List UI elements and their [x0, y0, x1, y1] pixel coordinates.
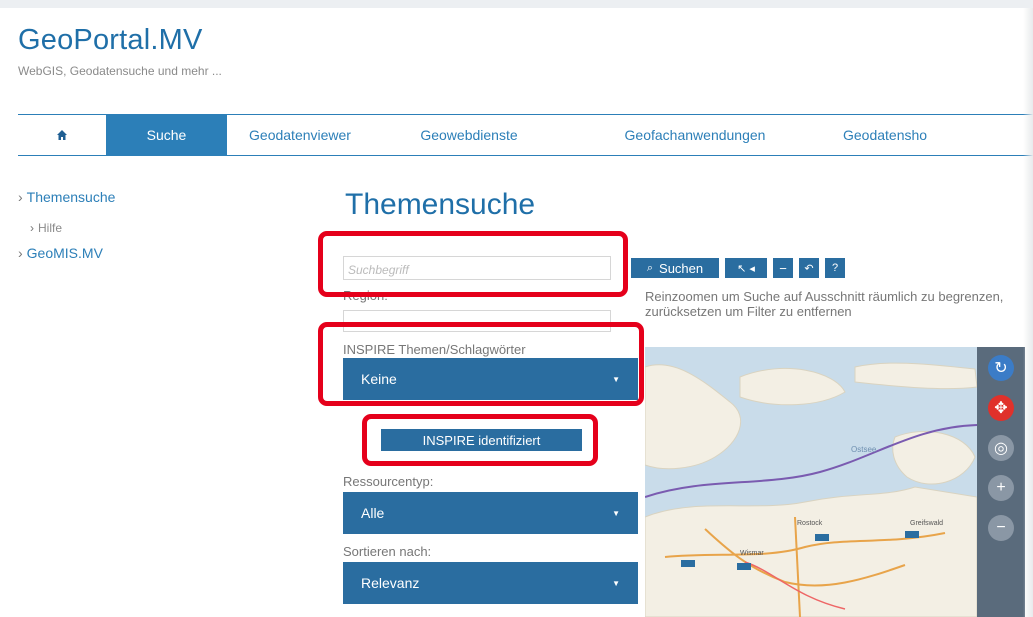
sidebar-item-geomis[interactable]: › GeoMIS.MV — [18, 245, 103, 261]
zoom-in-icon[interactable]: + — [988, 475, 1014, 501]
top-border — [0, 0, 1033, 8]
chevron-right-icon: › — [18, 189, 23, 205]
nav-item-geowebdienste[interactable]: Geowebdienste — [373, 115, 565, 155]
zoom-out-button[interactable]: − — [773, 258, 793, 278]
highlight-search — [318, 231, 628, 297]
map-label-rostock: Rostock — [797, 520, 823, 527]
sort-select-value: Relevanz — [361, 575, 420, 591]
sidebar-item-themensuche[interactable]: › Themensuche — [18, 189, 115, 205]
zoom-out-icon[interactable]: − — [988, 515, 1014, 541]
pan-icon[interactable]: ✥ — [988, 395, 1014, 421]
map-view[interactable]: Ostsee Rostock Wismar Greifswald — [645, 347, 1025, 617]
map-help-text: Reinzoomen um Suche auf Ausschnitt räuml… — [645, 289, 1004, 319]
caret-down-icon: ▼ — [612, 508, 620, 518]
sidebar-item-hilfe[interactable]: › Hilfe — [30, 221, 62, 235]
undo-icon: ↶ — [804, 262, 814, 275]
sort-select[interactable]: Relevanz ▼ — [343, 562, 638, 604]
map-controls: ↻ ✥ ◎ + − — [977, 347, 1025, 617]
chevron-right-icon: › — [30, 221, 34, 235]
highlight-inspire-button — [362, 414, 598, 466]
zoom-extent-icon[interactable]: ◎ — [988, 435, 1014, 461]
search-icon: ⌕ — [646, 261, 654, 274]
sidebar-item-label: GeoMIS.MV — [26, 245, 103, 261]
help-button[interactable]: ? — [825, 258, 845, 278]
minus-icon: − — [779, 260, 787, 276]
zoom-select-button[interactable]: ↖ ◂ — [725, 258, 767, 278]
ressource-select-value: Alle — [361, 505, 385, 521]
highlight-inspire-select — [318, 322, 644, 406]
sidebar-item-label: Hilfe — [38, 221, 63, 235]
map-label-wismar: Wismar — [740, 550, 764, 557]
chevron-right-icon: › — [18, 245, 23, 261]
map-image: Ostsee Rostock Wismar Greifswald — [645, 347, 1025, 617]
search-button[interactable]: ⌕ Suchen — [631, 258, 719, 278]
sidebar-item-label: Themensuche — [26, 189, 116, 205]
ressource-label: Ressourcentyp: — [343, 474, 434, 489]
refresh-icon[interactable]: ↻ — [988, 355, 1014, 381]
home-icon — [57, 130, 67, 140]
search-button-label: Suchen — [659, 260, 704, 276]
sort-label: Sortieren nach: — [343, 544, 432, 559]
site-title[interactable]: GeoPortal.MV — [18, 24, 203, 57]
caret-down-icon: ▼ — [612, 578, 620, 588]
nav-item-geodatenshop[interactable]: Geodatensho — [825, 115, 1033, 155]
map-label-ostsee: Ostsee — [851, 445, 877, 454]
nav-item-geodatenviewer[interactable]: Geodatenviewer — [227, 115, 373, 155]
nav-item-suche[interactable]: Suche — [106, 115, 227, 155]
site-subtitle: WebGIS, Geodatensuche und mehr ... — [18, 64, 222, 78]
right-edge — [1023, 8, 1033, 617]
nav-home[interactable] — [18, 115, 106, 155]
reset-button[interactable]: ↶ — [799, 258, 819, 278]
map-toolbar: ⌕ Suchen ↖ ◂ − ↶ ? — [631, 258, 845, 278]
map-label-greifswald: Greifswald — [910, 520, 943, 527]
main-nav: Suche Geodatenviewer Geowebdienste Geofa… — [18, 114, 1033, 156]
nav-item-geofachanwendungen[interactable]: Geofachanwendungen — [565, 115, 825, 155]
cursor-icon: ↖ ◂ — [737, 262, 755, 275]
ressource-select[interactable]: Alle ▼ — [343, 492, 638, 534]
page-title: Themensuche — [345, 188, 536, 221]
